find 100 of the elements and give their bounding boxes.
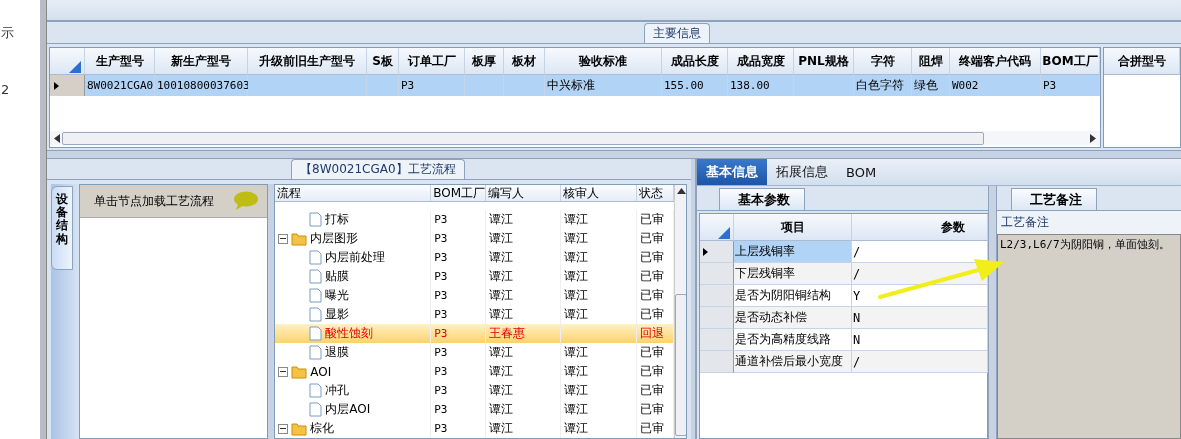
table-cell: 白色字符 — [854, 75, 912, 96]
document-icon — [309, 345, 323, 360]
table-cell: 谭江 — [489, 211, 514, 228]
table-cell: 已审 — [640, 382, 665, 399]
panel-tab[interactable]: 工艺备注 — [1011, 188, 1097, 210]
vertical-scrollbar[interactable] — [674, 185, 686, 438]
column-header[interactable]: BOM工厂 — [1041, 48, 1100, 75]
table-cell: 通道补偿后最小宽度 — [734, 351, 852, 373]
tree-row[interactable]: 棕化 P3 谭江 谭江 已审 — [275, 419, 675, 438]
column-header[interactable]: 编写人 — [486, 185, 562, 201]
tree-node-label: 内层图形 — [310, 230, 359, 247]
column-header[interactable]: 参数 — [941, 218, 965, 236]
column-header[interactable]: BOM工厂 — [431, 185, 487, 201]
row-header[interactable] — [50, 75, 85, 96]
column-header[interactable]: 成品宽度 — [728, 48, 794, 75]
horizontal-scrollbar[interactable] — [50, 131, 1100, 145]
column-header[interactable]: 板材 — [504, 48, 545, 75]
table-cell: P3 — [434, 365, 448, 378]
tree-row[interactable]: AOI P3 谭江 谭江 已审 — [275, 362, 675, 381]
scroll-right-icon[interactable] — [1090, 133, 1096, 143]
side-tab[interactable]: 设备结构 — [51, 186, 73, 270]
table-cell: 谭江 — [564, 230, 589, 247]
table-cell: 谭江 — [489, 306, 514, 323]
column-header[interactable]: 项目 — [734, 214, 852, 241]
column-header[interactable]: 新生产型号 — [155, 48, 248, 75]
column-header[interactable]: 生产型号 — [85, 48, 155, 75]
tab[interactable]: BOM — [837, 159, 886, 185]
table-cell: W002 — [950, 75, 1041, 96]
column-header[interactable]: PNL规格 — [794, 48, 854, 75]
table-cell: P3 — [434, 251, 448, 264]
table-cell: 10010800037603 — [155, 75, 248, 96]
notes-field[interactable]: L2/3,L6/7为阴阳铜，单面蚀刻。 — [997, 234, 1181, 439]
collapse-toggle[interactable] — [278, 366, 289, 377]
tab[interactable]: 拓展信息 — [767, 159, 837, 185]
column-header[interactable]: 订单工厂 — [399, 48, 465, 75]
column-header[interactable]: 成品长度 — [662, 48, 728, 75]
table-cell: P3 — [399, 75, 465, 96]
grid-row[interactable]: 8W0021CGA0 10010800037603 P3 中兴标准 155.00 138.00 白色字符 绿色 W002 P3 — [50, 75, 1100, 96]
table-cell: N — [852, 307, 988, 329]
tree-row[interactable]: 打标 P3 谭江 谭江 已审 — [275, 210, 675, 229]
document-icon — [309, 212, 323, 227]
table-cell: 谭江 — [489, 420, 514, 437]
table-cell: 谭江 — [489, 344, 514, 361]
table-cell: 谭江 — [489, 287, 514, 304]
grid-row[interactable]: 通道补偿后最小宽度 / — [700, 351, 987, 373]
tab[interactable]: 基本信息 — [697, 159, 767, 185]
table-cell: / — [852, 351, 988, 373]
column-header[interactable]: 验收标准 — [545, 48, 662, 75]
scroll-up-icon[interactable] — [676, 188, 686, 194]
table-cell: 谭江 — [564, 268, 589, 285]
table-cell: 中兴标准 — [545, 75, 662, 96]
grid-row[interactable]: 上层残铜率 / — [700, 241, 987, 263]
table-cell: 谭江 — [564, 401, 589, 418]
splitter[interactable] — [988, 186, 997, 439]
tree-row[interactable]: 冲孔 P3 谭江 谭江 已审 — [275, 381, 675, 400]
collapse-toggle[interactable] — [278, 233, 289, 244]
column-header[interactable]: 升级前旧生产型号 — [248, 48, 367, 75]
table-cell: 回退 — [640, 325, 665, 342]
tree-row[interactable]: 退膜 P3 谭江 谭江 已审 — [275, 343, 675, 362]
tree-node-label: 内层AOI — [325, 401, 371, 418]
table-cell: P3 — [434, 327, 448, 340]
column-header[interactable]: 阻焊 — [912, 48, 950, 75]
column-header[interactable]: 核审人 — [561, 185, 638, 201]
column-header[interactable]: 字符 — [854, 48, 912, 75]
table-cell: 谭江 — [564, 382, 589, 399]
document-icon — [309, 307, 323, 322]
column-header[interactable]: S板 — [367, 48, 399, 75]
row-pointer-icon — [54, 81, 59, 90]
table-cell: 下层残铜率 — [734, 263, 852, 285]
table-cell — [504, 75, 545, 96]
grid-row[interactable]: 是否为高精度线路 N — [700, 329, 987, 351]
grid-row[interactable]: 是否为阴阳铜结构 Y — [700, 285, 987, 307]
table-cell: 已审 — [640, 401, 665, 418]
table-cell: 谭江 — [564, 287, 589, 304]
scroll-left-icon[interactable] — [54, 133, 60, 143]
column-header[interactable]: 终端客户代码 — [950, 48, 1041, 75]
tree-row[interactable]: 贴膜 P3 谭江 谭江 已审 — [275, 267, 675, 286]
grid-row[interactable]: 下层残铜率 / — [700, 263, 987, 285]
document-icon — [309, 250, 323, 265]
tree-row[interactable]: 曝光 P3 谭江 谭江 已审 — [275, 286, 675, 305]
tree-node-label: 冲孔 — [325, 382, 350, 399]
column-header[interactable]: 合拼型号 — [1104, 48, 1180, 75]
row-header[interactable] — [700, 241, 734, 263]
tree-node-label: AOI — [310, 364, 332, 379]
grid-row[interactable]: 是否动态补偿 N — [700, 307, 987, 329]
corner-icon — [717, 227, 730, 239]
table-cell: P3 — [434, 213, 448, 226]
splitter[interactable] — [47, 151, 1181, 159]
speech-bubble-icon — [233, 191, 260, 211]
column-header[interactable]: 板厚 — [465, 48, 504, 75]
table-cell: 已审 — [640, 211, 665, 228]
panel-tab[interactable]: 基本参数 — [719, 188, 805, 210]
tree-row[interactable]: 酸性蚀刻 P3 王春惠 回退 — [275, 324, 675, 343]
table-cell: 155.00 — [662, 75, 728, 96]
collapse-toggle[interactable] — [278, 423, 289, 434]
tree-row[interactable]: 内层AOI P3 谭江 谭江 已审 — [275, 400, 675, 419]
tree-row[interactable]: 内层前处理 P3 谭江 谭江 已审 — [275, 248, 675, 267]
tree-row[interactable]: 内层图形 P3 谭江 谭江 已审 — [275, 229, 675, 248]
column-header[interactable]: 流程 — [275, 185, 432, 201]
table-cell: P3 — [1041, 75, 1100, 96]
